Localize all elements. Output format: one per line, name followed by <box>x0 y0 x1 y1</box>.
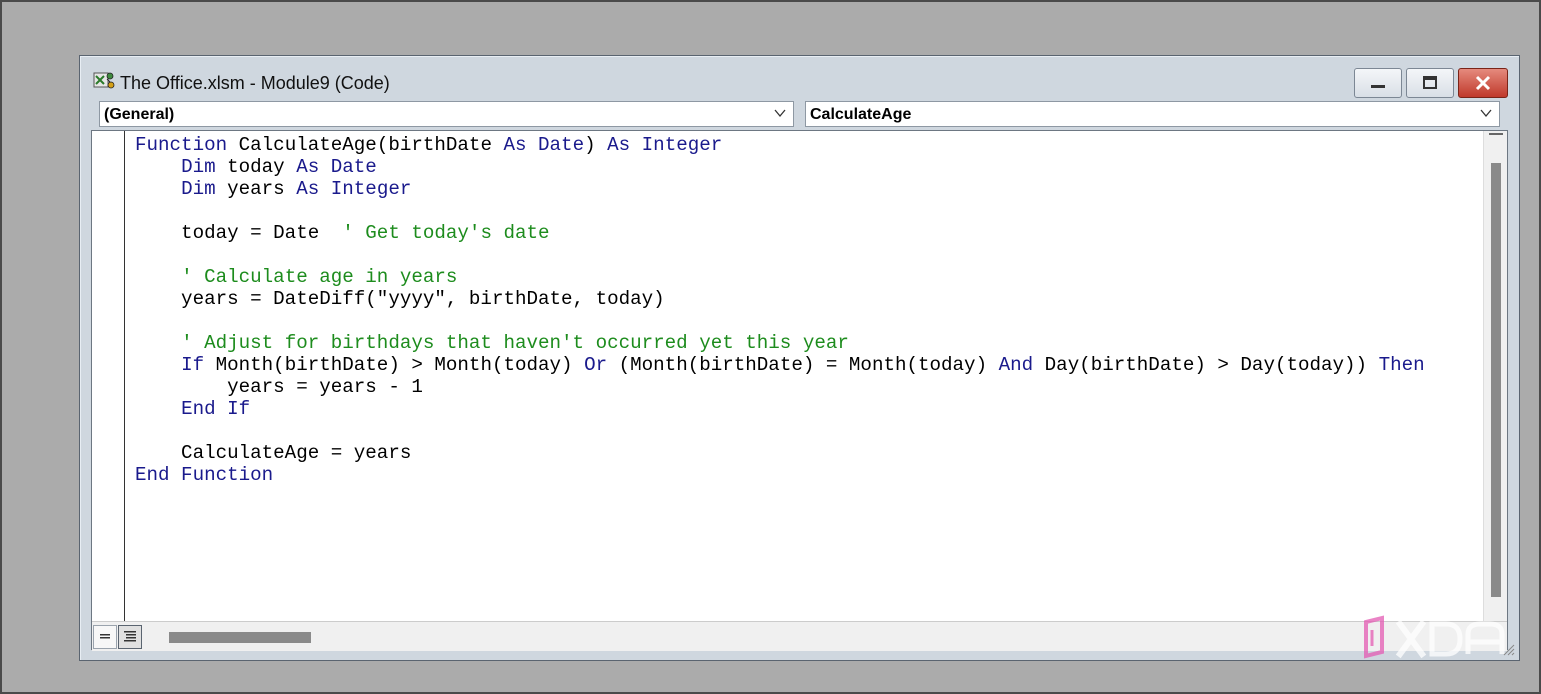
chevron-down-icon[interactable] <box>1479 106 1493 120</box>
object-combo-value: (General) <box>104 106 175 123</box>
code-line[interactable] <box>135 420 1481 442</box>
code-line[interactable]: Function CalculateAge(birthDate As Date)… <box>135 134 1481 156</box>
title-bar[interactable]: The Office.xlsm - Module9 (Code) <box>80 56 1519 98</box>
code-line[interactable]: End If <box>135 398 1481 420</box>
code-token: ) <box>584 134 608 156</box>
maximize-button[interactable] <box>1406 68 1454 98</box>
code-token: CalculateAge = years <box>135 442 412 464</box>
code-line[interactable]: If Month(birthDate) > Month(today) Or (M… <box>135 354 1481 376</box>
code-editor[interactable]: Function CalculateAge(birthDate As Date)… <box>91 130 1508 651</box>
minimize-button[interactable] <box>1354 68 1402 98</box>
full-module-view-icon <box>124 631 136 642</box>
code-line[interactable]: Dim today As Date <box>135 156 1481 178</box>
code-line[interactable]: ' Adjust for birthdays that haven't occu… <box>135 332 1481 354</box>
chevron-down-icon[interactable] <box>773 106 787 120</box>
code-line[interactable] <box>135 244 1481 266</box>
code-comment: ' Calculate age in years <box>181 266 458 288</box>
xda-watermark-logo <box>1364 615 1505 659</box>
code-line[interactable]: today = Date ' Get today's date <box>135 222 1481 244</box>
code-keyword: End If <box>181 398 251 420</box>
code-token: today <box>227 156 297 178</box>
maximize-icon <box>1423 76 1437 89</box>
code-keyword: Dim <box>181 156 228 178</box>
code-line[interactable]: years = years - 1 <box>135 376 1481 398</box>
code-keyword: As Integer <box>607 134 723 156</box>
code-token: Month(birthDate) > Month(today) <box>215 354 585 376</box>
code-token: years = years - 1 <box>135 376 423 398</box>
procedure-combo[interactable]: CalculateAge <box>805 101 1500 127</box>
close-button[interactable] <box>1458 68 1508 98</box>
code-line[interactable]: years = DateDiff("yyyy", birthDate, toda… <box>135 288 1481 310</box>
procedure-view-icon <box>100 634 110 639</box>
code-token: years = DateDiff("yyyy", birthDate, toda… <box>135 288 665 310</box>
object-combo[interactable]: (General) <box>99 101 794 127</box>
horizontal-scrollbar[interactable] <box>92 621 1507 651</box>
split-bar[interactable] <box>1489 133 1503 139</box>
code-line[interactable] <box>135 310 1481 332</box>
code-keyword: If <box>181 354 216 376</box>
code-keyword: And <box>998 354 1045 376</box>
code-keyword: Or <box>584 354 619 376</box>
window-title: The Office.xlsm - Module9 (Code) <box>120 73 390 93</box>
code-line[interactable]: Dim years As Integer <box>135 178 1481 200</box>
code-token: today = Date <box>135 222 343 244</box>
minimize-icon <box>1371 85 1385 88</box>
code-token: CalculateAge(birthDate <box>238 134 504 156</box>
code-line[interactable]: End Function <box>135 464 1481 486</box>
code-token: (Month(birthDate) = Month(today) <box>618 354 999 376</box>
code-keyword: As Date <box>296 156 377 178</box>
code-token: Day(birthDate) > Day(today)) <box>1044 354 1379 376</box>
code-keyword: End Function <box>135 464 274 486</box>
code-comment: ' Adjust for birthdays that haven't occu… <box>181 332 849 354</box>
code-keyword: Function <box>135 134 239 156</box>
close-icon <box>1475 75 1491 91</box>
code-line[interactable] <box>135 200 1481 222</box>
vertical-scroll-thumb[interactable] <box>1491 163 1501 597</box>
code-comment: ' Get today's date <box>342 222 550 244</box>
vertical-scrollbar[interactable] <box>1483 131 1507 621</box>
code-window: The Office.xlsm - Module9 (Code) (Genera… <box>79 55 1520 661</box>
full-module-view-button[interactable] <box>118 625 142 649</box>
code-keyword: Then <box>1378 354 1425 376</box>
procedure-combo-value: CalculateAge <box>810 106 912 123</box>
procedure-view-button[interactable] <box>93 625 117 649</box>
code-token: years <box>227 178 297 200</box>
code-keyword: Dim <box>181 178 228 200</box>
code-line[interactable]: ' Calculate age in years <box>135 266 1481 288</box>
vba-module-icon <box>92 70 116 92</box>
code-keyword: As Integer <box>296 178 412 200</box>
code-keyword: As Date <box>503 134 585 156</box>
margin-indicator-bar[interactable] <box>92 131 125 621</box>
code-text[interactable]: Function CalculateAge(birthDate As Date)… <box>135 134 1481 620</box>
code-line[interactable]: CalculateAge = years <box>135 442 1481 464</box>
horizontal-scroll-thumb[interactable] <box>169 632 311 643</box>
